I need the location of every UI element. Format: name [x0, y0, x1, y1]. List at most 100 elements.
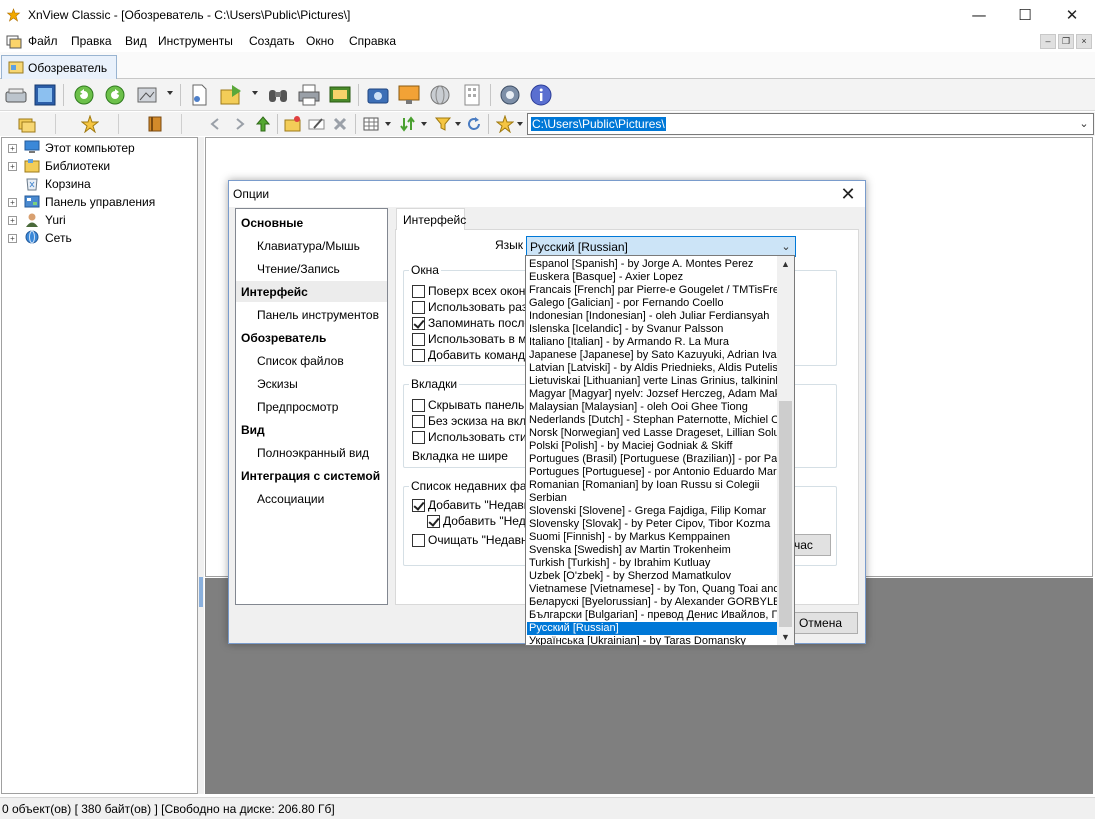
language-option[interactable]: Latvian [Latviski] - by Aldis Priednieks…: [527, 362, 777, 375]
menu-view[interactable]: Вид: [125, 34, 147, 48]
print-icon[interactable]: [296, 82, 322, 108]
menu-file[interactable]: Файл: [28, 34, 58, 48]
tree-item[interactable]: + Этот компьютер: [2, 139, 197, 157]
menu-tools[interactable]: Инструменты: [158, 34, 233, 48]
tab-browser[interactable]: Обозреватель: [1, 55, 117, 79]
language-option[interactable]: Українська [Ukrainian] - by Taras Domans…: [527, 635, 777, 645]
nav-item-thumbnails[interactable]: Эскизы: [236, 373, 387, 394]
checkbox[interactable]: [412, 415, 425, 428]
expand-icon[interactable]: +: [8, 198, 17, 207]
tree-item[interactable]: + Библиотеки: [2, 157, 197, 175]
web-icon[interactable]: [427, 82, 453, 108]
parent-folder-icon[interactable]: [254, 115, 272, 133]
expand-icon[interactable]: +: [8, 162, 17, 171]
mdi-restore-button[interactable]: ❐: [1058, 34, 1074, 49]
menu-edit[interactable]: Правка: [71, 34, 112, 48]
nav-item-fullscreen[interactable]: Полноэкранный вид: [236, 442, 387, 463]
language-option[interactable]: Vietnamese [Vietnamese] - by Ton, Quang …: [527, 583, 777, 596]
nav-category-browser[interactable]: Обозреватель: [236, 327, 387, 348]
transform-icon[interactable]: [134, 82, 160, 108]
view-mode-dropdown-icon[interactable]: [385, 122, 391, 126]
wallpaper-icon[interactable]: [396, 82, 422, 108]
checkbox-checked[interactable]: [412, 499, 425, 512]
slideshow-icon[interactable]: [327, 82, 353, 108]
language-option[interactable]: Uzbek [O'zbek] - by Sherzod Mamatkulov: [527, 570, 777, 583]
categories-panel-button[interactable]: [126, 114, 182, 134]
transform-dropdown-icon[interactable]: [167, 91, 173, 95]
properties-icon[interactable]: [186, 82, 212, 108]
language-option[interactable]: Indonesian [Indonesian] - oleh Juliar Fe…: [527, 310, 777, 323]
view-mode-icon[interactable]: [362, 115, 380, 133]
language-option[interactable]: Portugues [Portuguese] - por Antonio Edu…: [527, 466, 777, 479]
settings-gear-icon[interactable]: [497, 82, 523, 108]
minimize-button[interactable]: —: [956, 0, 1002, 31]
expand-icon[interactable]: +: [8, 234, 17, 243]
scanner-icon[interactable]: [3, 82, 29, 108]
nav-item-toolbar[interactable]: Панель инструментов: [236, 304, 387, 325]
scroll-down-icon[interactable]: ▼: [777, 629, 794, 645]
checkbox[interactable]: [412, 333, 425, 346]
language-option[interactable]: Nederlands [Dutch] - Stephan Paternotte,…: [527, 414, 777, 427]
language-option[interactable]: Portugues (Brasil) [Portuguese (Brazilia…: [527, 453, 777, 466]
favorite-star-icon[interactable]: [495, 114, 515, 134]
folders-panel-button[interactable]: [0, 114, 56, 134]
address-bar[interactable]: C:\Users\Public\Pictures\ ⌄: [527, 113, 1094, 135]
language-option[interactable]: Islenska [Icelandic] - by Svanur Palsson: [527, 323, 777, 336]
close-button[interactable]: ✕: [1049, 0, 1095, 31]
menu-help[interactable]: Справка: [349, 34, 396, 48]
rotate-right-icon[interactable]: [102, 82, 128, 108]
language-option[interactable]: Japanese [Japanese] by Sato Kazuyuki, Ad…: [527, 349, 777, 362]
language-option[interactable]: Malaysian [Malaysian] - oleh Ooi Ghee Ti…: [527, 401, 777, 414]
language-option[interactable]: Polski [Polish] - by Maciej Godniak & Sk…: [527, 440, 777, 453]
language-option[interactable]: Беларускі [Byelorussian] - by Alexander …: [527, 596, 777, 609]
move-dropdown-icon[interactable]: [252, 91, 258, 95]
sort-icon[interactable]: [399, 115, 417, 133]
mdi-window-icon[interactable]: [6, 33, 22, 49]
fullscreen-icon[interactable]: [32, 82, 58, 108]
address-path-text[interactable]: C:\Users\Public\Pictures\: [531, 117, 666, 131]
scrollbar-thumb[interactable]: [779, 401, 792, 627]
refresh-icon[interactable]: [465, 115, 483, 133]
language-option[interactable]: Italiano [Italian] - by Armando R. La Mu…: [527, 336, 777, 349]
chevron-down-icon[interactable]: ⌄: [779, 238, 793, 256]
language-option[interactable]: Svenska [Swedish] av Martin Trokenheim: [527, 544, 777, 557]
language-option[interactable]: Magyar [Magyar] nyelv: Jozsef Herczeg, A…: [527, 388, 777, 401]
folder-tree[interactable]: + Этот компьютер + Библиотеки Корзина + …: [1, 137, 198, 794]
language-option[interactable]: Galego [Galician] - por Fernando Coello: [527, 297, 777, 310]
language-option[interactable]: Espanol [Spanish] - by Jorge A. Montes P…: [527, 258, 777, 271]
sort-dropdown-icon[interactable]: [421, 122, 427, 126]
splitter-grip[interactable]: [199, 577, 203, 607]
dialog-close-button[interactable]: ✕: [837, 183, 859, 205]
checkbox-checked[interactable]: [412, 317, 425, 330]
tree-item[interactable]: + Yuri: [2, 211, 197, 229]
expand-icon[interactable]: +: [8, 216, 17, 225]
checkbox[interactable]: [412, 285, 425, 298]
tree-item[interactable]: + Панель управления: [2, 193, 197, 211]
tree-item[interactable]: + Сеть: [2, 229, 197, 247]
contact-sheet-icon[interactable]: [459, 82, 485, 108]
language-option[interactable]: Serbian: [527, 492, 777, 505]
mdi-close-button[interactable]: ×: [1076, 34, 1092, 49]
language-option[interactable]: Norsk [Norwegian] ved Lasse Drageset, Li…: [527, 427, 777, 440]
nav-category-integration[interactable]: Интеграция с системой: [236, 465, 387, 486]
rename-icon[interactable]: [308, 115, 326, 133]
new-folder-icon[interactable]: [284, 115, 302, 133]
language-option[interactable]: Turkish [Turkish] - by Ibrahim Kutluay: [527, 557, 777, 570]
nav-category-view[interactable]: Вид: [236, 419, 387, 440]
chevron-down-icon[interactable]: ⌄: [1077, 115, 1091, 133]
binoculars-icon[interactable]: [265, 82, 291, 108]
language-option[interactable]: Suomi [Finnish] - by Markus Kemppainen: [527, 531, 777, 544]
nav-item-keyboard-mouse[interactable]: Клавиатура/Мышь: [236, 235, 387, 256]
nav-item-preview[interactable]: Предпросмотр: [236, 396, 387, 417]
language-option[interactable]: Slovenski [Slovene] - Grega Fajdiga, Fil…: [527, 505, 777, 518]
language-dropdown-list[interactable]: Espanol [Spanish] - by Jorge A. Montes P…: [525, 255, 795, 646]
maximize-button[interactable]: ☐: [1002, 0, 1048, 31]
delete-icon[interactable]: [331, 115, 349, 133]
nav-item-read-write[interactable]: Чтение/Запись: [236, 258, 387, 279]
language-option[interactable]: Slovensky [Slovak] - by Peter Cipov, Tib…: [527, 518, 777, 531]
back-arrow-icon[interactable]: [207, 115, 225, 133]
language-option[interactable]: Русский [Russian]: [527, 622, 777, 635]
checkbox[interactable]: [412, 431, 425, 444]
checkbox[interactable]: [412, 301, 425, 314]
tab-interface[interactable]: Интерфейс: [396, 208, 466, 230]
